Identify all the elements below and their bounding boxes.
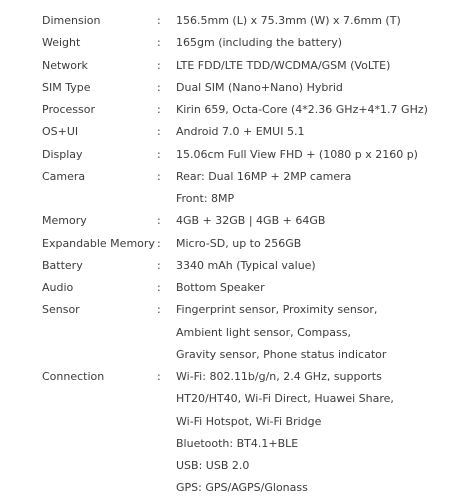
spec-row-continuation: Front: 8MP [0,188,460,210]
spec-label: Weight [42,36,81,50]
spec-separator: : [157,147,161,161]
spec-separator: : [157,214,161,228]
spec-label: Display [42,147,83,161]
spec-value: 4GB + 32GB | 4GB + 64GB [176,214,326,228]
spec-row: Battery: 3340 mAh (Typical value) [0,255,460,277]
spec-label: Processor [42,103,95,116]
spec-label: Sensor [42,303,80,317]
spec-row: Network: LTE FDD/LTE TDD/WCDMA/GSM (VoLTE… [0,55,460,77]
spec-value: Front: 8MP [176,192,235,205]
spec-value: 156.5mm (L) x 75.3mm (W) x 7.6mm (T) [176,14,401,27]
spec-row-continuation: Ambient light sensor, Compass, [0,322,460,344]
spec-separator: : [157,125,161,139]
spec-label: Network [42,58,88,72]
spec-separator: : [157,169,161,183]
spec-label: SIM Type [42,80,91,94]
spec-row-continuation: Gravity sensor, Phone status indicator [0,344,460,366]
spec-row: Sensor: Fingerprint sensor, Proximity sen… [0,299,460,321]
spec-label: OS+UI [42,125,79,139]
spec-row: SIM Type: Dual SIM (Nano+Nano) Hybrid [0,77,460,99]
spec-separator: : [157,236,161,250]
spec-separator: : [157,14,161,27]
spec-row: Expandable Memory: Micro-SD, up to 256GB [0,233,460,255]
spec-value: 3340 mAh (Typical value) [176,258,316,272]
spec-row: Memory: 4GB + 32GB | 4GB + 64GB [0,210,460,232]
spec-row: Processor: Kirin 659, Octa-Core (4*2.36 G… [0,99,460,121]
spec-value: HT20/HT40, Wi-Fi Direct, Huawei Share, [176,392,394,406]
spec-row: Dimension: 156.5mm (L) x 75.3mm (W) x 7.6… [0,10,460,32]
spec-value: Fingerprint sensor, Proximity sensor, [176,303,378,317]
spec-row: OS+UI: Android 7.0 + EMUI 5.1 [0,121,460,143]
spec-label: Connection [42,370,105,383]
spec-separator: : [157,281,161,294]
spec-row: Connection: Wi-Fi: 802.11b/g/n, 2.4 GHz, … [0,366,460,388]
spec-value: 15.06cm Full View FHD + (1080 p x 2160 p… [176,147,418,161]
spec-row-continuation: HT20/HT40, Wi-Fi Direct, Huawei Share, [0,388,460,410]
spec-row-continuation: USB: USB 2.0 [0,455,460,477]
spec-label: Camera [42,169,86,183]
spec-row: Display: 15.06cm Full View FHD + (1080 p … [0,144,460,166]
spec-row-continuation: Bluetooth: BT4.1+BLE [0,433,460,455]
spec-value: Bluetooth: BT4.1+BLE [176,436,299,450]
spec-value: Micro-SD, up to 256GB [176,236,302,250]
spec-separator: : [157,36,161,50]
spec-separator: : [157,58,161,72]
spec-separator: : [157,80,161,94]
spec-label: Battery [42,258,83,272]
spec-value: Kirin 659, Octa-Core (4*2.36 GHz+4*1.7 G… [176,103,428,116]
spec-row-continuation: GPS: GPS/AGPS/Glonass [0,477,460,499]
spec-label: Dimension [42,14,101,27]
spec-separator: : [157,258,161,272]
spec-value: Android 7.0 + EMUI 5.1 [176,125,305,139]
spec-separator: : [157,370,161,383]
spec-value: Gravity sensor, Phone status indicator [176,347,387,361]
spec-value: Rear: Dual 16MP + 2MP camera [176,169,352,183]
spec-label: Memory [42,214,87,228]
spec-row: Audio: Bottom Speaker [0,277,460,299]
spec-value: 165gm (including the battery) [176,36,343,50]
spec-row: Camera: Rear: Dual 16MP + 2MP camera [0,166,460,188]
spec-value: GPS: GPS/AGPS/Glonass [176,481,308,495]
spec-value: Dual SIM (Nano+Nano) Hybrid [176,80,343,94]
spec-label: Audio [42,281,74,294]
spec-sheet: Dimension: 156.5mm (L) x 75.3mm (W) x 7.6… [0,0,460,500]
spec-separator: : [157,103,161,116]
spec-value: USB: USB 2.0 [176,459,250,472]
spec-value: LTE FDD/LTE TDD/WCDMA/GSM (VoLTE) [176,58,391,72]
spec-row-continuation: Wi-Fi Hotspot, Wi-Fi Bridge [0,411,460,433]
spec-value: Ambient light sensor, Compass, [176,325,351,339]
spec-label: Expandable Memory [42,236,155,250]
spec-value: Wi-Fi Hotspot, Wi-Fi Bridge [176,414,322,428]
spec-separator: : [157,303,161,317]
spec-value: Bottom Speaker [176,281,265,294]
spec-row: Weight: 165gm (including the battery) [0,32,460,54]
spec-value: Wi-Fi: 802.11b/g/n, 2.4 GHz, supports [176,370,382,383]
